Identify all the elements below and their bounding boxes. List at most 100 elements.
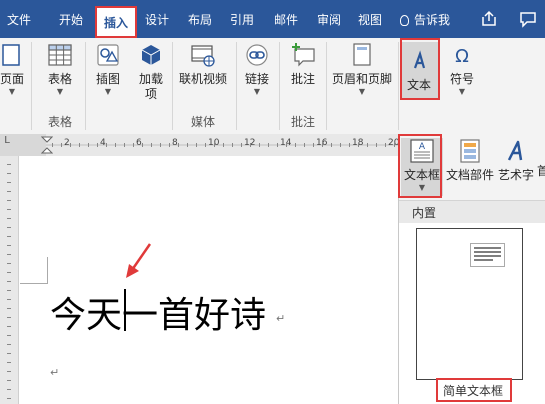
ruler-tick: [7, 308, 11, 309]
indent-marker-icon[interactable]: [41, 136, 53, 156]
ruler-tick: [7, 209, 11, 210]
lightbulb-icon: [400, 15, 409, 26]
ruler-tick: [241, 143, 242, 147]
symbols-label: 符号: [449, 72, 474, 86]
ruler-tick: [7, 362, 11, 363]
ruler-tick: [7, 344, 11, 345]
ruler-tick: [7, 227, 11, 228]
horizontal-ruler[interactable]: 2468101214161820: [0, 134, 399, 157]
tab-file[interactable]: 文件: [0, 0, 38, 38]
insert-tab-highlight: [95, 6, 137, 38]
ruler-tick: [7, 164, 11, 165]
tab-view[interactable]: 视图: [352, 0, 388, 38]
link-icon: [246, 44, 268, 66]
ribbon: 页面 ▼ 表格 ▼ 表格 插图 ▼ 加载项 联机视频 媒体 链接 ▼ 批注 批注…: [0, 38, 545, 135]
comment-button[interactable]: 批注: [286, 42, 320, 87]
ruler-tick: [7, 200, 11, 201]
tab-references[interactable]: 引用: [224, 0, 260, 38]
ruler-number: 4: [100, 138, 106, 148]
ruler-tick: [88, 143, 89, 147]
red-arrow-icon: [126, 243, 152, 278]
ruler-tick: [250, 143, 251, 147]
header-footer-label: 页眉和页脚: [331, 72, 392, 86]
svg-text:Ω: Ω: [455, 46, 469, 67]
separator: [326, 42, 327, 130]
paragraph-mark-icon: ↵: [50, 366, 60, 379]
ruler-tick: [223, 143, 224, 147]
ruler-tick: [7, 317, 11, 318]
ruler-tick: [349, 143, 350, 147]
document-page[interactable]: [19, 156, 398, 404]
ruler-tick: [7, 182, 11, 183]
symbols-button[interactable]: Ω 符号 ▼: [444, 42, 480, 97]
ruler-tick: [286, 143, 287, 147]
ruler-tick: [178, 143, 179, 147]
group-label-comments: 批注: [290, 115, 315, 129]
table-button[interactable]: 表格 ▼: [40, 42, 80, 97]
tab-stop-selector[interactable]: L: [0, 134, 14, 148]
illustrations-button[interactable]: 插图 ▼: [90, 42, 126, 97]
addins-button[interactable]: 加载项: [134, 42, 168, 102]
links-label: 链接: [244, 72, 269, 86]
page-corner-mark: [20, 257, 48, 284]
ruler-tick: [7, 353, 11, 354]
ruler-tick: [187, 143, 188, 147]
comment-icon[interactable]: [518, 9, 538, 29]
simple-text-box-highlight: [436, 378, 512, 402]
tell-me-label: 告诉我: [414, 13, 451, 27]
chevron-down-icon: ▼: [253, 87, 261, 96]
ruler-tick: [142, 143, 143, 147]
ruler-tick: [160, 143, 161, 147]
builtin-section-header: 内置: [399, 201, 545, 223]
ruler-tick: [7, 191, 11, 192]
tell-me-search[interactable]: 告诉我: [400, 0, 450, 38]
pages-button[interactable]: 页面 ▼: [0, 42, 26, 97]
ruler-tick: [394, 143, 395, 147]
document-text[interactable]: 今天一首好诗: [50, 286, 266, 338]
tab-design[interactable]: 设计: [139, 0, 175, 38]
illustrations-label: 插图: [95, 72, 120, 86]
simple-text-box-thumbnail[interactable]: [416, 228, 523, 380]
ruler-tick: [7, 380, 11, 381]
tab-layout[interactable]: 布局: [182, 0, 218, 38]
tab-home[interactable]: 开始: [50, 0, 92, 38]
drop-cap-button[interactable]: 首: [536, 164, 545, 179]
chevron-down-icon: ▼: [56, 87, 64, 96]
ruler-tick: [196, 143, 197, 147]
ruler-tick: [7, 389, 11, 390]
ruler-tick: [7, 371, 11, 372]
ruler-number: 8: [172, 138, 178, 148]
addins-label: 加载项: [138, 72, 163, 101]
ruler-tick: [124, 143, 125, 147]
vertical-ruler[interactable]: [0, 156, 19, 404]
pages-label: 页面: [0, 72, 24, 86]
share-icon[interactable]: [479, 9, 499, 29]
ruler-tick: [115, 143, 116, 147]
table-label: 表格: [47, 72, 72, 86]
quick-parts-button[interactable]: 文档部件: [444, 138, 496, 183]
thumbnail-lines: [474, 247, 501, 261]
quick-parts-label: 文档部件: [445, 168, 494, 182]
tab-mailings[interactable]: 邮件: [268, 0, 304, 38]
header-footer-icon: [353, 43, 371, 66]
text-cursor: [124, 289, 126, 331]
ruler-tick: [385, 143, 386, 147]
wordart-button[interactable]: 艺术字: [497, 138, 535, 183]
online-video-button[interactable]: 联机视频: [176, 42, 230, 87]
drop-cap-label: 首: [536, 164, 545, 178]
ruler-tick: [232, 143, 233, 147]
header-footer-button[interactable]: 页眉和页脚 ▼: [330, 42, 394, 97]
group-label-media: 媒体: [190, 115, 215, 129]
ruler-tick: [7, 335, 11, 336]
links-button[interactable]: 链接 ▼: [241, 42, 273, 97]
ruler-tick: [295, 143, 296, 147]
tab-review[interactable]: 审阅: [311, 0, 347, 38]
ruler-tick: [376, 143, 377, 147]
ruler-tick: [151, 143, 152, 147]
ruler-tick: [7, 254, 11, 255]
ruler-tick: [7, 281, 11, 282]
chevron-down-icon: ▼: [8, 87, 16, 96]
ruler-tick: [7, 218, 11, 219]
ruler-tick: [313, 143, 314, 147]
ruler-tick: [205, 143, 206, 147]
